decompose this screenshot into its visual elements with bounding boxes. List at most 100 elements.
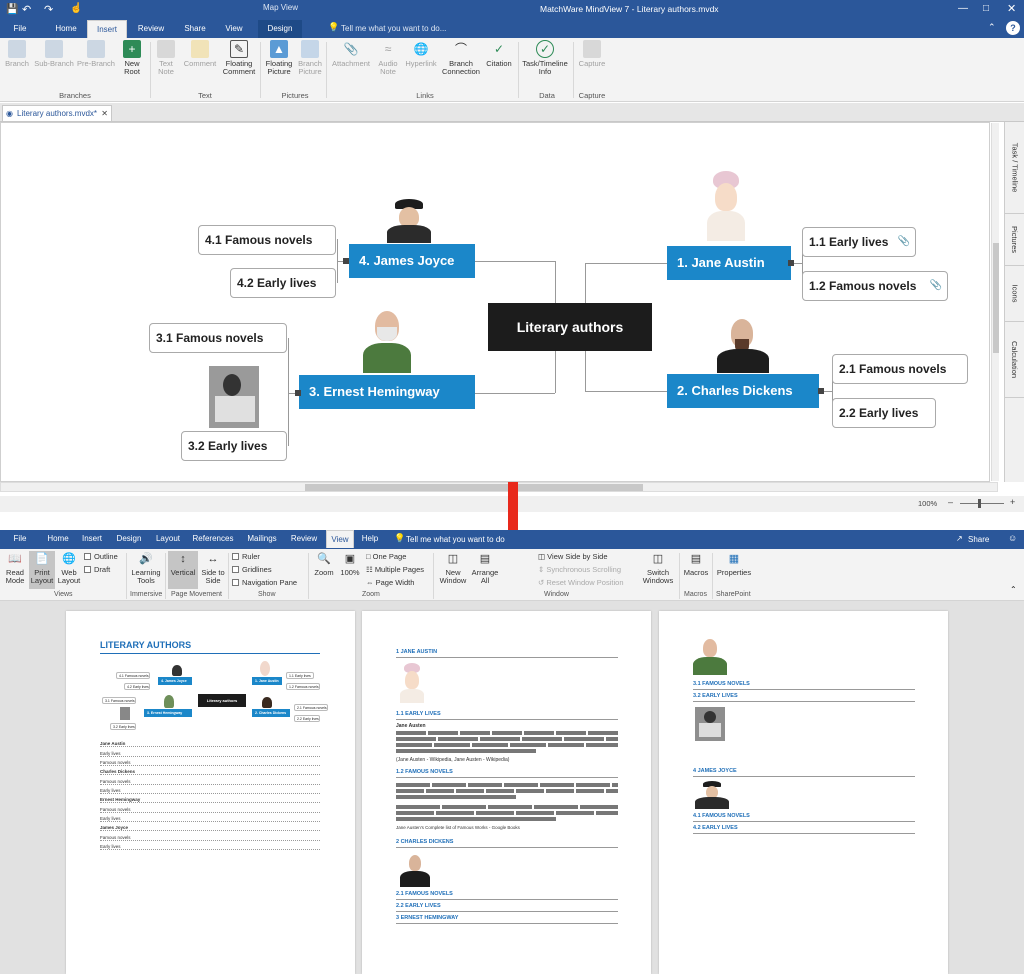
side-tab-task-timeline[interactable]: Task / Timeline xyxy=(1005,122,1024,214)
attachment-button[interactable]: 📎 Attachment xyxy=(328,40,374,90)
redo-icon[interactable]: ↷ xyxy=(44,3,53,16)
audio-note-button[interactable]: ≈ Audio Note xyxy=(376,40,400,90)
vertical-button[interactable]: ↕ Vertical xyxy=(168,551,198,589)
word-tell-me-box[interactable]: Tell me what you want to do xyxy=(406,535,505,544)
collapse-handle[interactable] xyxy=(295,390,301,396)
zoom-out-icon[interactable]: – xyxy=(948,497,953,507)
subbranch-4-1[interactable]: 4.1 Famous novels xyxy=(198,225,336,255)
word-tab-file[interactable]: File xyxy=(6,530,34,548)
word-tab-view[interactable]: View xyxy=(326,530,354,548)
new-window-button[interactable]: ◫ New Window xyxy=(438,551,468,585)
word-tab-help[interactable]: Help xyxy=(356,530,384,548)
web-layout-button[interactable]: 🌐 Web Layout xyxy=(56,551,82,585)
tab-file[interactable]: File xyxy=(0,20,40,38)
branch-button[interactable]: Branch xyxy=(2,40,32,90)
root-node[interactable]: Literary authors xyxy=(488,303,652,351)
share-button[interactable]: Share xyxy=(968,535,989,544)
ribbon-collapse-icon[interactable]: ⌃ xyxy=(1010,585,1017,594)
document-tab[interactable]: ◉ Literary authors.mvdx* ✕ xyxy=(2,105,112,121)
minimize-icon[interactable]: — xyxy=(958,3,968,14)
subbranch-3-2[interactable]: 3.2 Early lives xyxy=(181,431,287,461)
horizontal-scrollbar[interactable] xyxy=(0,482,998,492)
toc-entry[interactable]: Early lives xyxy=(100,816,320,822)
pre-branch-button[interactable]: Pre-Branch xyxy=(76,40,116,90)
page-width-button[interactable]: ⇔ Page Width xyxy=(366,578,414,587)
one-page-button[interactable]: □ One Page xyxy=(366,552,406,561)
tab-share[interactable]: Share xyxy=(175,20,215,38)
word-tab-insert[interactable]: Insert xyxy=(76,530,108,548)
subbranch-1-1[interactable]: 1.1 Early lives 📎 xyxy=(802,227,916,257)
toc-entry[interactable]: Charles Dickens xyxy=(100,769,320,775)
word-tab-home[interactable]: Home xyxy=(42,530,74,548)
share-icon[interactable]: ↗ xyxy=(956,534,963,543)
citation-button[interactable]: ✓ Citation xyxy=(482,40,516,90)
toc-entry[interactable]: Ernest Hemingway xyxy=(100,797,320,803)
close-tab-icon[interactable]: ✕ xyxy=(101,106,108,121)
comment-button[interactable]: Comment xyxy=(181,40,219,90)
close-icon[interactable]: ✕ xyxy=(1007,2,1016,15)
macros-button[interactable]: ▤ Macros xyxy=(682,551,710,577)
branch-ernest-hemingway[interactable]: 3. Ernest Hemingway xyxy=(299,375,475,409)
side-tab-pictures[interactable]: Pictures xyxy=(1005,214,1024,266)
subbranch-2-2[interactable]: 2.2 Early lives xyxy=(832,398,936,428)
sub-branch-button[interactable]: Sub-Branch xyxy=(34,40,74,90)
maximize-icon[interactable]: □ xyxy=(983,3,989,14)
collapse-handle[interactable] xyxy=(343,258,349,264)
zoom-in-icon[interactable]: + xyxy=(1010,497,1015,507)
tab-home[interactable]: Home xyxy=(46,20,86,38)
gridlines-toggle[interactable]: Gridlines xyxy=(232,565,272,574)
help-icon[interactable]: ? xyxy=(1006,21,1020,35)
zoom-slider[interactable] xyxy=(960,503,1004,504)
branch-charles-dickens[interactable]: 2. Charles Dickens xyxy=(667,374,819,408)
undo-icon[interactable]: ↶ xyxy=(22,3,31,16)
scroll-thumb[interactable] xyxy=(305,484,643,491)
print-layout-button[interactable]: 📄 Print Layout xyxy=(29,551,55,589)
tab-insert[interactable]: Insert xyxy=(87,20,127,38)
read-mode-button[interactable]: 📖 Read Mode xyxy=(3,551,27,585)
side-tab-icons[interactable]: Icons xyxy=(1005,266,1024,322)
collapse-handle[interactable] xyxy=(818,388,824,394)
subbranch-2-1[interactable]: 2.1 Famous novels xyxy=(832,354,968,384)
branch-connection-button[interactable]: ⌒ Branch Connection xyxy=(442,40,480,90)
tell-me-box[interactable]: Tell me what you want to do... xyxy=(341,24,446,33)
navigation-pane-toggle[interactable]: Navigation Pane xyxy=(232,578,297,587)
word-tab-review[interactable]: Review xyxy=(286,530,322,548)
properties-button[interactable]: ▦ Properties xyxy=(714,551,754,577)
zoom-button[interactable]: 🔍 Zoom xyxy=(312,551,336,577)
tab-view[interactable]: View xyxy=(214,20,254,38)
draft-toggle[interactable]: Draft xyxy=(84,565,110,574)
side-tab-calculation[interactable]: Calculation xyxy=(1005,322,1024,398)
toc-entry[interactable]: Famous novels xyxy=(100,779,320,785)
reset-window-position-button[interactable]: ↺ Reset Window Position xyxy=(538,578,624,587)
arrange-all-button[interactable]: ▤ Arrange All xyxy=(470,551,500,585)
subbranch-1-2[interactable]: 1.2 Famous novels 📎 xyxy=(802,271,948,301)
ribbon-collapse-icon[interactable]: ⌃ xyxy=(988,22,996,33)
toc-entry[interactable]: Jane Austin xyxy=(100,741,320,747)
learning-tools-button[interactable]: 🔊 Learning Tools xyxy=(129,551,163,585)
subbranch-4-2[interactable]: 4.2 Early lives xyxy=(230,268,336,298)
smiley-icon[interactable]: ☺ xyxy=(1008,533,1017,543)
toc-entry[interactable]: Early lives xyxy=(100,788,320,794)
touch-mode-icon[interactable]: ☝ xyxy=(70,3,82,14)
floating-comment-button[interactable]: ✎ Floating Comment xyxy=(221,40,257,90)
zoom-slider-thumb[interactable] xyxy=(978,499,981,508)
outline-toggle[interactable]: Outline xyxy=(84,552,118,561)
floating-picture-button[interactable]: ▲ Floating Picture xyxy=(263,40,295,90)
side-to-side-button[interactable]: ↔ Side to Side xyxy=(199,551,227,585)
toc-entry[interactable]: Famous novels xyxy=(100,835,320,841)
hyperlink-button[interactable]: 🌐 Hyperlink xyxy=(402,40,440,90)
tab-review[interactable]: Review xyxy=(131,20,171,38)
branch-jane-austin[interactable]: 1. Jane Austin xyxy=(667,246,791,280)
branch-james-joyce[interactable]: 4. James Joyce xyxy=(349,244,475,278)
vertical-scrollbar[interactable] xyxy=(991,123,999,481)
ruler-toggle[interactable]: Ruler xyxy=(232,552,260,561)
toc-entry[interactable]: Early lives xyxy=(100,844,320,850)
word-tab-design[interactable]: Design xyxy=(111,530,147,548)
mind-map-canvas[interactable]: Literary authors 1. Jane Austin 2. Charl… xyxy=(0,122,999,482)
capture-button[interactable]: Capture xyxy=(576,40,608,90)
collapse-handle[interactable] xyxy=(788,260,794,266)
subbranch-3-1[interactable]: 3.1 Famous novels xyxy=(149,323,287,353)
tab-design[interactable]: Design xyxy=(258,20,302,38)
toc-entry[interactable]: Early lives xyxy=(100,751,320,757)
new-root-button[interactable]: + New Root xyxy=(118,40,146,90)
